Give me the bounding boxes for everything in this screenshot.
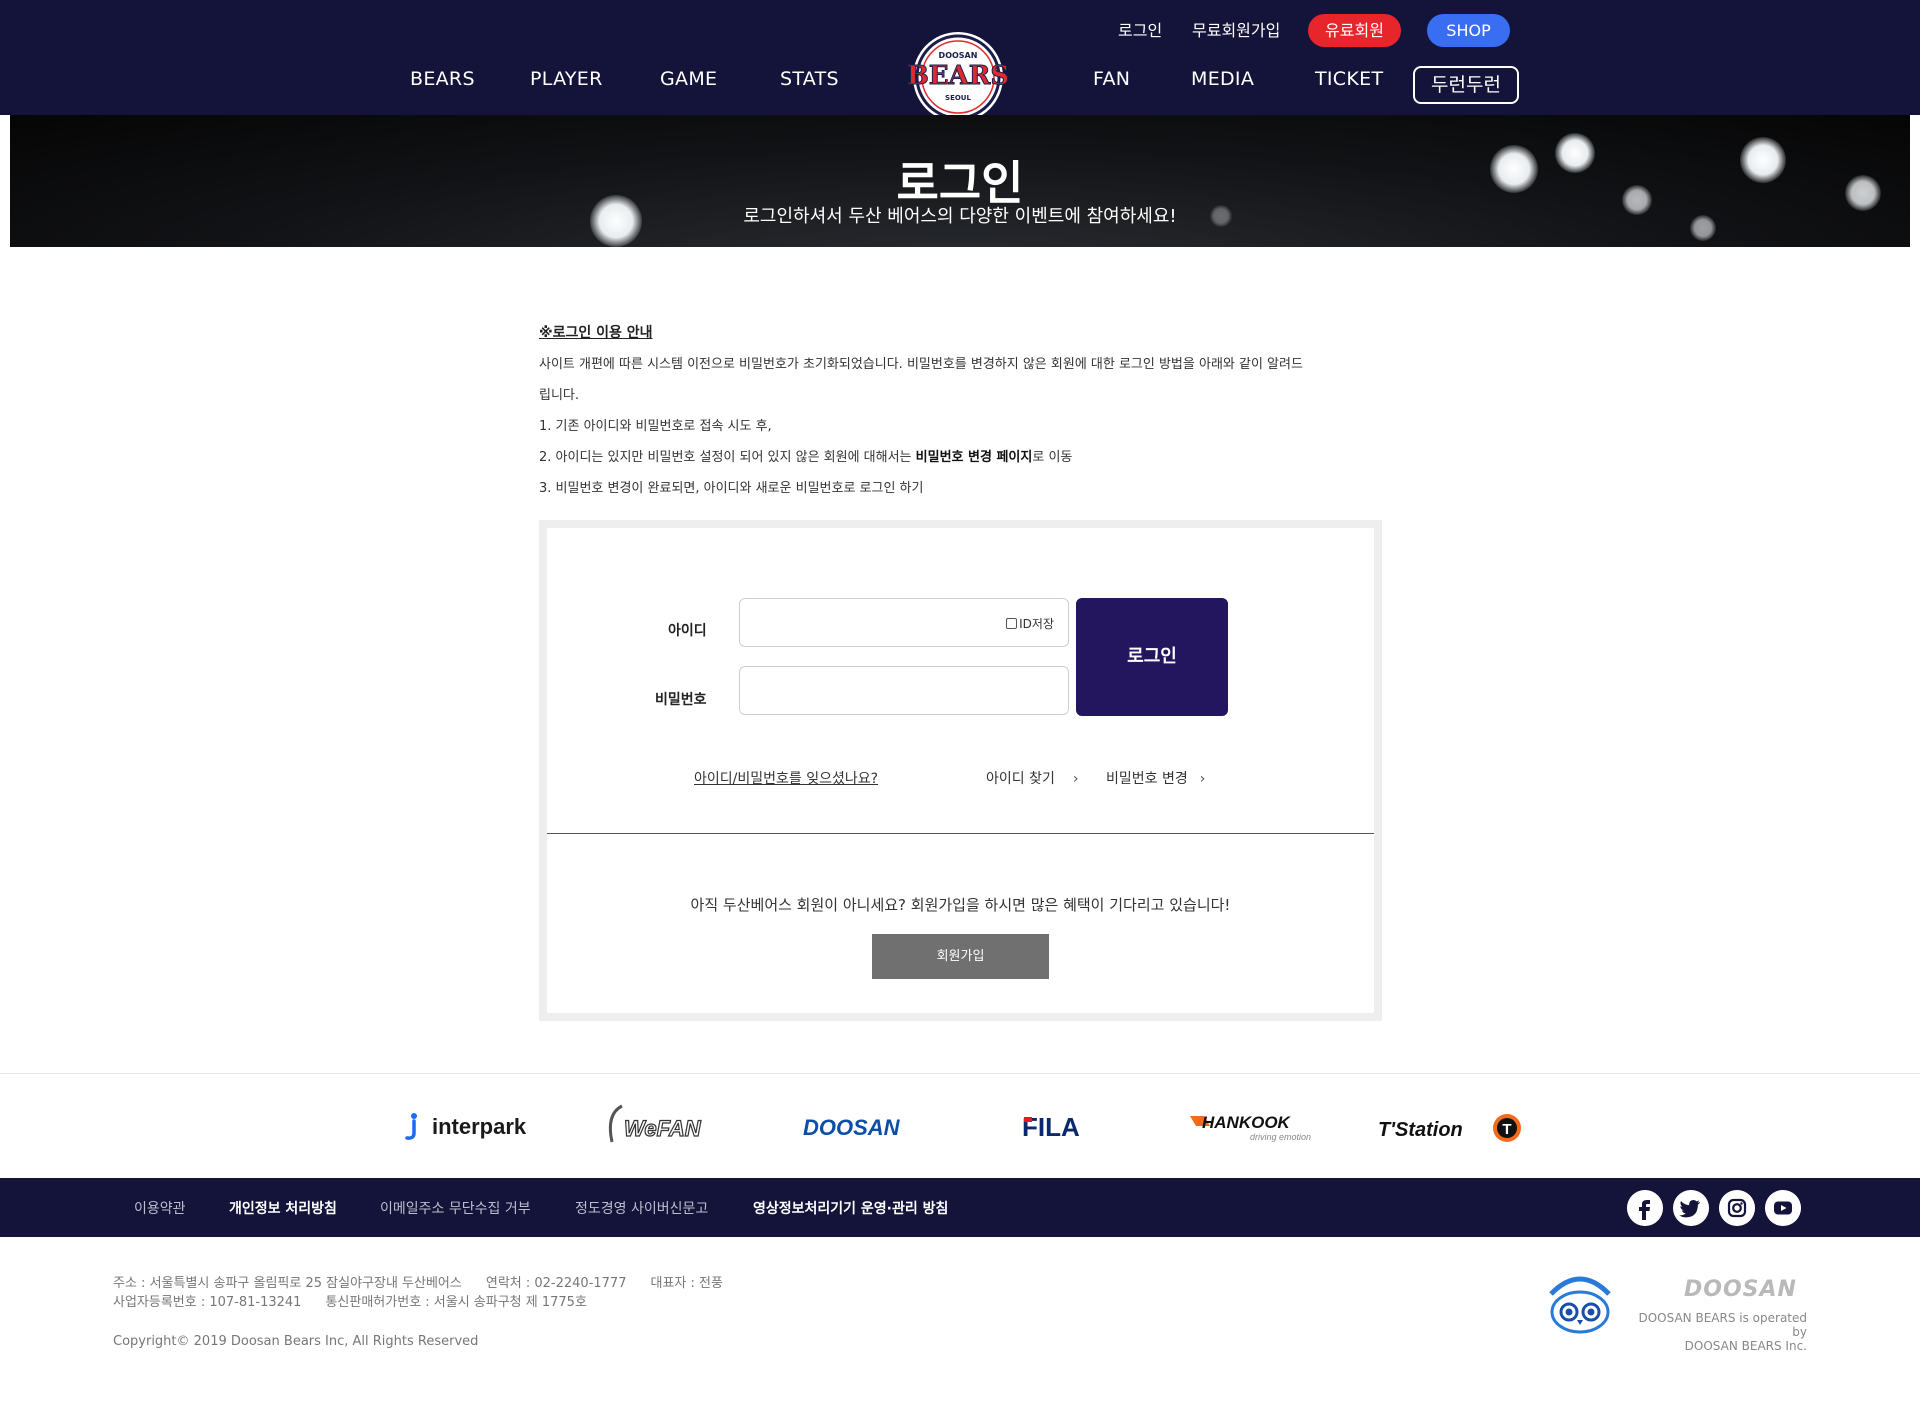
change-password-link[interactable]: 비밀번호 변경 › [1106,768,1205,788]
chevron-right-icon: › [1199,771,1206,787]
hankook-tagline: driving emotion [1250,1132,1311,1142]
id-save-label: ID저장 [1019,617,1054,631]
site-header: 로그인 무료회원가입 유료회원 SHOP BEARS PLAYER GAME S… [0,0,1920,122]
hankook-logo[interactable]: HANKOOK driving emotion [1190,1104,1320,1146]
shop-button[interactable]: SHOP [1427,14,1510,47]
nav-bears[interactable]: BEARS [410,68,475,90]
page-subtitle: 로그인하셔서 두산 베어스의 다양한 이벤트에 참여하세요! [743,206,1177,227]
login-box: 아이디 비밀번호 ID저장 로그인 아이디/비밀번호를 잊으셨나요? 아이디 찾… [539,520,1382,1021]
nav-ticket[interactable]: TICKET [1315,68,1383,90]
hero-banner: 로그인 로그인하셔서 두산 베어스의 다양한 이벤트에 참여하세요! [10,115,1910,247]
password-label: 비밀번호 [655,692,707,708]
copyright: Copyright© 2019 Doosan Bears Inc, All Ri… [113,1334,479,1349]
hankook-logo-text: HANKOOK [1202,1113,1292,1132]
tstation-logo[interactable]: T'Station T [1378,1111,1524,1145]
nav-stats[interactable]: STATS [780,68,839,90]
cctv-policy-link[interactable]: 영상정보처리기기 운영·관리 방침 [753,1198,948,1218]
nice-privacy-badge-icon[interactable] [1543,1268,1617,1342]
tstation-badge-text: T [1502,1121,1511,1138]
notice-title: ※로그인 이용 안내 [539,325,653,341]
password-input[interactable] [739,666,1069,715]
operated-by-text: DOOSAN BEARS is operated by DOOSAN BEARS… [1634,1311,1808,1353]
bears-logo[interactable]: DOOSAN BEARS SEOUL [903,30,1013,124]
login-button[interactable]: 로그인 [1076,598,1228,716]
twitter-icon[interactable] [1673,1190,1709,1226]
paid-member-button[interactable]: 유료회원 [1308,14,1401,47]
wefan-logo-text: WeFAN [624,1116,702,1141]
company-info-line: 사업자등록번호 : 107-81-13241 통신판매허가번호 : 서울시 송파구… [113,1291,611,1310]
notice-line: 3. 비밀번호 변경이 완료되면, 아이디와 새로운 비밀번호로 로그인 하기 [539,481,924,496]
doosan-logo[interactable]: DOOSAN [803,1111,927,1143]
doosan-footer-logo: DOOSAN [1684,1277,1797,1302]
join-message: 아직 두산베어스 회원이 아니세요? 회원가입을 하시면 많은 혜택이 기다리고… [690,896,1231,914]
logo-bottom-text: SEOUL [945,94,971,102]
email-refusal-link[interactable]: 이메일주소 무단수집 거부 [380,1198,531,1218]
nav-game[interactable]: GAME [660,68,717,90]
wefan-logo[interactable]: WeFAN [600,1102,720,1146]
ceo-text: 대표자 : 전풍 [650,1276,723,1291]
tstation-logo-text: T'Station [1378,1119,1463,1141]
nav-player[interactable]: PLAYER [530,68,603,90]
fila-logo-text: FILA [1022,1112,1080,1142]
privacy-policy-link[interactable]: 개인정보 처리방침 [229,1198,337,1218]
terms-link[interactable]: 이용약관 [134,1198,186,1218]
operated-by-line: DOOSAN BEARS is operated by [1638,1311,1808,1339]
notice-text: 로 이동 [1032,450,1073,465]
business-number-text: 사업자등록번호 : 107-81-13241 [113,1295,302,1310]
nav-fan[interactable]: FAN [1093,68,1130,90]
operated-by-line: DOOSAN BEARS Inc. [1684,1339,1807,1353]
forgot-credentials-link[interactable]: 아이디/비밀번호를 잊으셨나요? [694,768,878,788]
telecom-sales-text: 통신판매허가번호 : 서울시 송파구청 제 1775호 [325,1295,587,1310]
company-info-line: 주소 : 서울특별시 송파구 올림픽로 25 잠실야구장내 두산베어스 연락처 :… [113,1272,747,1291]
facebook-icon[interactable] [1627,1190,1663,1226]
find-id-label: 아이디 찾기 [986,771,1055,787]
login-link[interactable]: 로그인 [1118,14,1162,47]
contact-text: 연락처 : 02-2240-1777 [485,1276,627,1291]
find-id-link[interactable]: 아이디 찾기 › [986,768,1078,788]
signup-button[interactable]: 회원가입 [872,934,1049,979]
instagram-icon[interactable] [1719,1190,1755,1226]
logo-main-text: BEARS [907,61,1009,91]
interpark-logo-text: interpark [432,1114,527,1139]
id-input[interactable]: ID저장 [739,598,1069,647]
checkbox-icon [1006,618,1018,629]
change-password-label: 비밀번호 변경 [1106,771,1188,787]
nav-media[interactable]: MEDIA [1191,68,1254,90]
notice-line: 2. 아이디는 있지만 비밀번호 설정이 되어 있지 않은 회원에 대해서는 비… [539,446,1072,465]
interpark-logo[interactable]: interpark [404,1111,536,1143]
free-signup-link[interactable]: 무료회원가입 [1192,14,1280,47]
doosan-logo-text: DOOSAN [803,1115,901,1140]
password-change-page-text: 비밀번호 변경 페이지 [915,450,1033,465]
nav-durundurun[interactable]: 두런두런 [1413,66,1519,104]
ethics-report-link[interactable]: 정도경영 사이버신문고 [575,1198,708,1218]
notice-line: 립니다. [539,388,580,403]
address-text: 주소 : 서울특별시 송파구 올림픽로 25 잠실야구장내 두산베어스 [113,1276,462,1291]
notice-text: 2. 아이디는 있지만 비밀번호 설정이 되어 있지 않은 회원에 대해서는 [539,450,916,465]
chevron-right-icon: › [1072,771,1079,787]
logo-top-text: DOOSAN [939,51,978,60]
footer-nav: 이용약관 개인정보 처리방침 이메일주소 무단수집 거부 정도경영 사이버신문고… [0,1178,1920,1237]
youtube-icon[interactable] [1765,1190,1801,1226]
notice-line: 1. 기존 아이디와 비밀번호로 접속 시도 후, [539,419,772,434]
divider [547,833,1374,834]
fila-logo[interactable]: FILA [1022,1111,1092,1143]
notice-line: 사이트 개편에 따른 시스템 이전으로 비밀번호가 초기화되었습니다. 비밀번호… [539,357,1303,372]
sponsor-bar: interpark WeFAN DOOSAN FILA HANKOOK driv… [0,1073,1920,1178]
id-save-checkbox[interactable]: ID저장 [1006,615,1054,632]
id-label: 아이디 [668,623,707,639]
